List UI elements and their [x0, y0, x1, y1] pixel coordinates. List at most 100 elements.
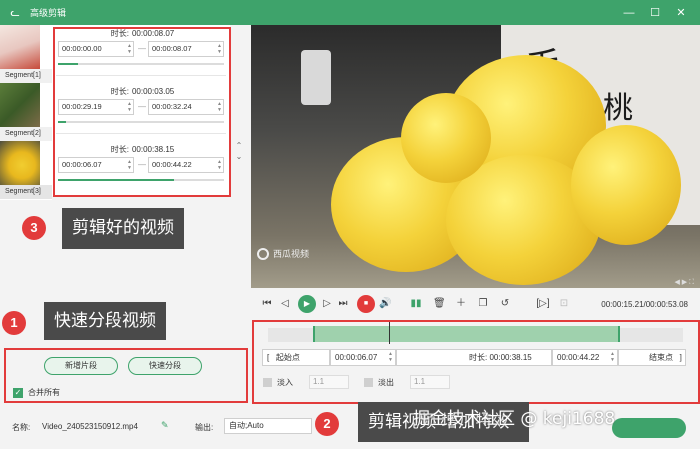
- segment-start-input[interactable]: 00:00:29.19 ▲ ▼: [58, 99, 134, 115]
- start-point-button[interactable]: [ 起始点: [262, 349, 330, 366]
- spinner-icon[interactable]: ▲ ▼: [127, 43, 132, 55]
- stop-button[interactable]: ■: [357, 295, 375, 313]
- output-select[interactable]: 自动;Auto: [224, 418, 312, 434]
- segment-thumb-2[interactable]: Segment[2]: [0, 83, 52, 141]
- transport-bar: ⏮ ◁ ▶ ▷ ⏭ ■ 🔊 ▮▮ 🗑 ＋ ❐ ↺ [▷] ⊡ 00:00:15.…: [251, 291, 700, 317]
- segment-thumb-label: Segment[2]: [0, 127, 52, 141]
- segment-progress-track: [58, 179, 224, 181]
- overlay-watermark: 掘金技术社区 @ keji1688: [413, 409, 616, 429]
- mark-icon[interactable]: ▮▮: [409, 295, 423, 313]
- copy-icon[interactable]: ❐: [477, 295, 489, 313]
- video-peach: [401, 93, 491, 183]
- segment-start-input[interactable]: 00:00:06.07 ▲ ▼: [58, 157, 134, 173]
- merge-all-checkbox[interactable]: ✓ 合并所有: [13, 387, 60, 398]
- segment-start-input[interactable]: 00:00:00.00 ▲ ▼: [58, 41, 134, 57]
- segment-duration: 时长: 00:00:38.15: [110, 145, 175, 154]
- play-button[interactable]: ▶: [298, 295, 316, 313]
- duration-field[interactable]: 时长: 00:00:38.15: [396, 349, 552, 366]
- window-title: 高级剪辑: [30, 8, 67, 18]
- segment-progress-fill: [58, 179, 175, 181]
- spinner-icon[interactable]: ▲ ▼: [127, 101, 132, 113]
- spinner-icon[interactable]: ▲ ▼: [217, 43, 222, 55]
- segment-end-input[interactable]: 00:00:08.07 ▲ ▼: [148, 41, 224, 57]
- segment-row[interactable]: 时长: 00:00:38.15 00:00:06.07 ▲ ▼ — 00:00:44.…: [56, 141, 226, 194]
- video-watermark: 西瓜视频: [257, 247, 309, 260]
- skip-end-icon[interactable]: ⏭: [337, 295, 349, 313]
- playback-timecode: 00:00:15.21/00:00:53.08: [601, 300, 688, 309]
- fade-in-label: 淡入: [277, 377, 293, 387]
- app-logo-icon: ᓚ: [10, 6, 20, 19]
- step-back-icon[interactable]: ◁: [279, 295, 291, 313]
- segment-thumb-3[interactable]: Segment[3]: [0, 141, 52, 199]
- add-icon[interactable]: ＋: [455, 295, 467, 313]
- spinner-icon[interactable]: ▲ ▼: [388, 351, 393, 363]
- segment-end-input[interactable]: 00:00:44.22 ▲ ▼: [148, 157, 224, 173]
- timeline-selection[interactable]: [313, 326, 620, 342]
- chevron-up-icon[interactable]: ⌃: [234, 140, 244, 151]
- range-separator: —: [138, 160, 146, 169]
- video-shirt-glyph: 桃: [603, 91, 633, 126]
- segment-duration: 时长: 00:00:08.07: [110, 29, 175, 38]
- segment-thumbnails: Segment[1] Segment[2] Segment[3]: [0, 25, 52, 200]
- video-preview[interactable]: 毛 桃 西瓜视频 ◀ ▶ ⛶: [251, 25, 700, 288]
- fade-in-checkbox[interactable]: [263, 377, 272, 387]
- range-separator: —: [138, 102, 146, 111]
- segment-end-input[interactable]: 00:00:32.24 ▲ ▼: [148, 99, 224, 115]
- close-icon[interactable]: ✕: [668, 6, 694, 19]
- start-time-input[interactable]: 00:00:06.07 ▲ ▼: [330, 349, 396, 366]
- end-time-input[interactable]: 00:00:44.22 ▲ ▼: [552, 349, 618, 366]
- segment-thumb-label: Segment[1]: [0, 69, 52, 83]
- segment-thumb-1[interactable]: Segment[1]: [0, 25, 52, 83]
- export-button[interactable]: [612, 418, 686, 438]
- annotation-number-2: 2: [315, 412, 339, 436]
- segment-reorder: ⌃ ⌄: [234, 140, 244, 162]
- check-icon: ✓: [13, 387, 23, 398]
- end-point-button[interactable]: 结束点 ]: [618, 349, 686, 366]
- minimize-icon[interactable]: —: [616, 7, 642, 19]
- fade-out-control[interactable]: 淡出 1.1: [364, 375, 450, 389]
- fade-out-input[interactable]: 1.1: [410, 375, 450, 389]
- volume-icon[interactable]: 🔊: [379, 295, 391, 313]
- divider: [56, 133, 226, 134]
- chevron-down-icon[interactable]: ⌄: [234, 151, 244, 162]
- spinner-icon[interactable]: ▲ ▼: [610, 351, 615, 363]
- file-name-label: 名称:: [12, 423, 31, 432]
- step-forward-icon[interactable]: ▷: [321, 295, 333, 313]
- segment-thumb-image: [0, 25, 40, 69]
- reset-icon[interactable]: ↺: [499, 295, 511, 313]
- segment-progress-track: [58, 121, 224, 123]
- fade-in-input[interactable]: 1.1: [309, 375, 349, 389]
- divider: [56, 75, 226, 76]
- segment-row[interactable]: 时长: 00:00:03.05 00:00:29.19 ▲ ▼ — 00:00:32.…: [56, 83, 226, 136]
- new-segment-button[interactable]: 新增片段: [44, 357, 118, 375]
- spinner-icon[interactable]: ▲ ▼: [217, 159, 222, 171]
- fade-out-checkbox[interactable]: [364, 377, 373, 387]
- crop-icon[interactable]: ⊡: [557, 295, 571, 313]
- skip-start-icon[interactable]: ⏮: [261, 295, 273, 313]
- segment-list: 时长: 00:00:08.07 00:00:00.00 ▲ ▼ — 00:00:08.…: [52, 25, 230, 196]
- edit-icon[interactable]: ✎: [161, 420, 169, 431]
- frame-icon[interactable]: [▷]: [535, 295, 551, 313]
- title-bar: ᓚ 高级剪辑 — ☐ ✕: [0, 0, 700, 25]
- timeline-playhead[interactable]: [389, 322, 390, 344]
- segment-thumb-label: Segment[3]: [0, 185, 52, 199]
- fade-in-control[interactable]: 淡入 1.1: [263, 375, 349, 389]
- delete-icon[interactable]: 🗑: [433, 295, 446, 313]
- spinner-icon[interactable]: ▲ ▼: [127, 159, 132, 171]
- segment-progress-fill: [58, 63, 78, 65]
- fade-out-label: 淡出: [378, 377, 394, 387]
- segment-thumb-image: [0, 141, 40, 185]
- maximize-icon[interactable]: ☐: [642, 6, 668, 19]
- output-label: 输出:: [195, 423, 214, 432]
- segment-row[interactable]: 时长: 00:00:08.07 00:00:00.00 ▲ ▼ — 00:00:08.…: [56, 25, 226, 78]
- video-overlay-icons: ◀ ▶ ⛶: [674, 279, 694, 286]
- merge-all-label: 合并所有: [28, 388, 60, 397]
- file-name-value: Video_240523150912.mp4: [42, 422, 138, 431]
- segment-progress-track: [58, 63, 224, 65]
- segment-progress-fill: [58, 121, 67, 123]
- annotation-label-3: 剪辑好的视频: [62, 208, 184, 249]
- window-controls: — ☐ ✕: [616, 0, 694, 25]
- quick-split-button[interactable]: 快速分段: [128, 357, 202, 375]
- video-peach: [571, 125, 681, 245]
- spinner-icon[interactable]: ▲ ▼: [217, 101, 222, 113]
